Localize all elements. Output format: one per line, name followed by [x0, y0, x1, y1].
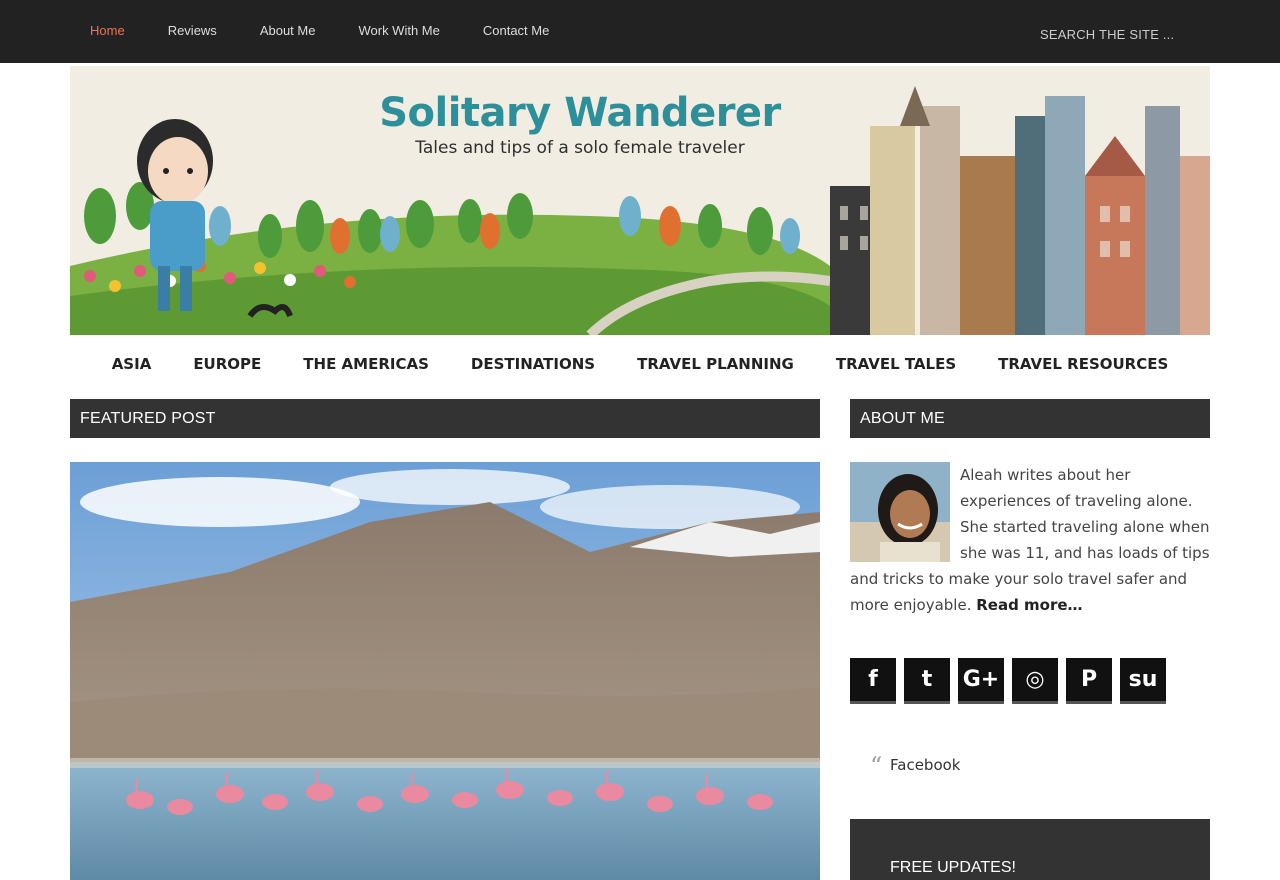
main-nav-europe[interactable]: EUROPE: [193, 352, 261, 376]
instagram-icon[interactable]: ◎: [1012, 658, 1058, 704]
main-nav-destinations[interactable]: DESTINATIONS: [471, 352, 595, 376]
free-updates-heading: Free Updates!: [890, 859, 1016, 876]
search-input[interactable]: [1040, 23, 1190, 45]
top-nav-contact-me[interactable]: Contact Me: [483, 22, 549, 40]
top-nav: Home Reviews About Me Work With Me Conta…: [90, 22, 592, 40]
top-nav-work-with-me[interactable]: Work With Me: [358, 22, 439, 40]
read-more-link[interactable]: Read more…: [976, 596, 1082, 614]
banner-title: Solitary Wanderer: [379, 90, 781, 136]
facebook-widget-link[interactable]: Facebook: [890, 756, 960, 774]
featured-post-heading: Featured Post: [70, 399, 820, 438]
pinterest-icon[interactable]: P: [1066, 658, 1112, 704]
about-me-heading: About Me: [850, 399, 1210, 438]
flamingo-lake-illustration: [70, 462, 820, 880]
main-nav-asia[interactable]: ASIA: [112, 352, 152, 376]
social-icons: f t G+ ◎ P su: [850, 658, 1174, 704]
featured-post-image[interactable]: [70, 462, 820, 880]
main-nav-travel-tales[interactable]: TRAVEL TALES: [836, 352, 956, 376]
google-plus-icon[interactable]: G+: [958, 658, 1004, 704]
top-nav-about-me[interactable]: About Me: [260, 22, 316, 40]
free-updates-box: Free Updates!: [850, 819, 1210, 880]
facebook-icon[interactable]: f: [850, 658, 896, 704]
twitter-icon[interactable]: t: [904, 658, 950, 704]
top-bar: Home Reviews About Me Work With Me Conta…: [0, 0, 1280, 63]
site-banner[interactable]: Solitary Wanderer Tales and tips of a so…: [70, 66, 1210, 335]
top-nav-home[interactable]: Home: [90, 22, 125, 40]
top-nav-reviews[interactable]: Reviews: [168, 22, 217, 40]
main-nav-travel-planning[interactable]: TRAVEL PLANNING: [637, 352, 794, 376]
stumbleupon-icon[interactable]: su: [1120, 658, 1166, 704]
banner-subtitle: Tales and tips of a solo female traveler: [415, 138, 745, 158]
main-nav-travel-resources[interactable]: TRAVEL RESOURCES: [998, 352, 1168, 376]
main-nav: ASIA EUROPE THE AMERICAS DESTINATIONS TR…: [70, 352, 1210, 376]
main-nav-the-americas[interactable]: THE AMERICAS: [303, 352, 429, 376]
quote-icon: “: [870, 752, 883, 780]
about-me-text: Aleah writes about her experiences of tr…: [850, 462, 1210, 618]
